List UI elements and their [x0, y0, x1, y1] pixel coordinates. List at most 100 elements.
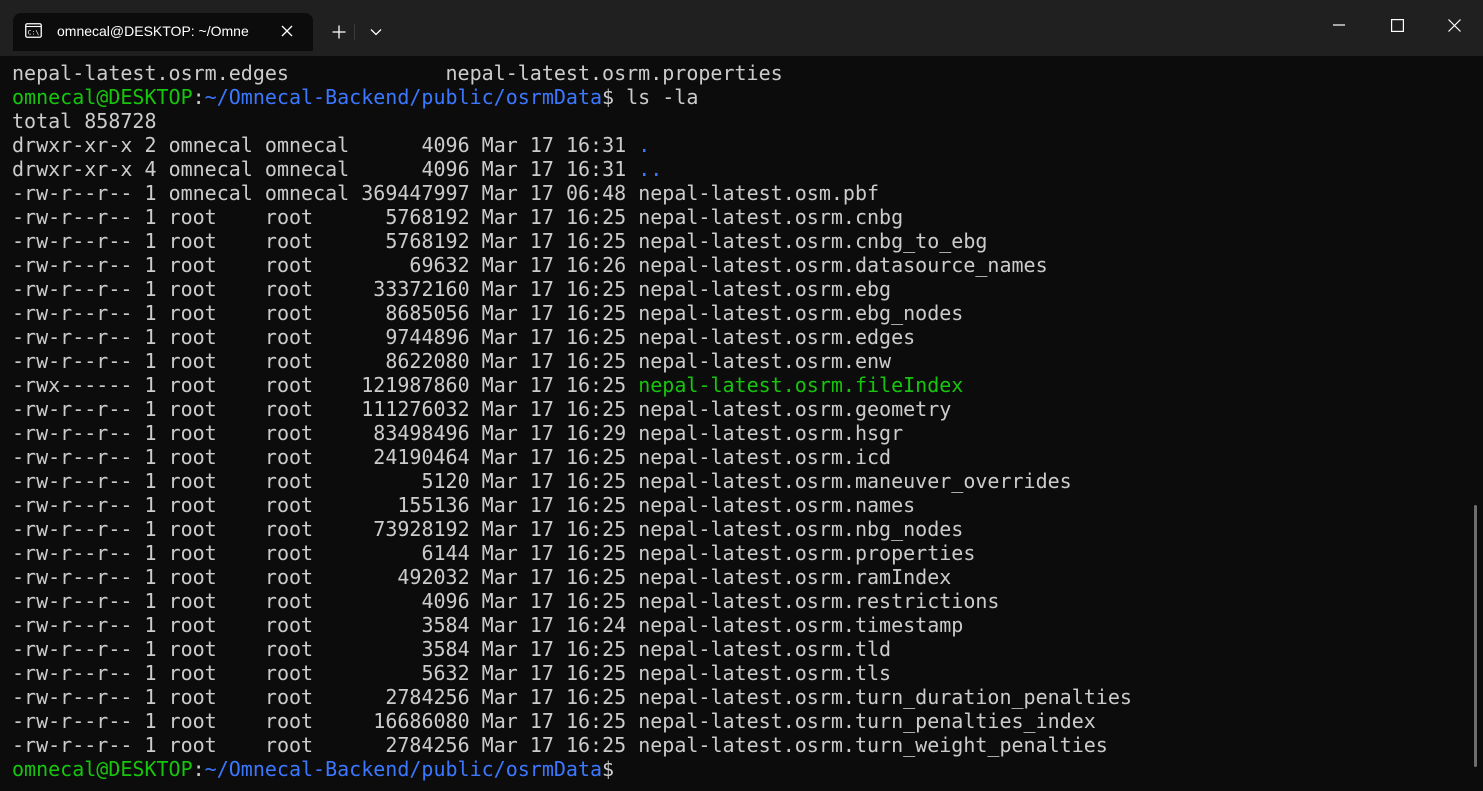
link-count: 1 — [144, 517, 157, 541]
link-count: 1 — [144, 349, 157, 373]
file-size: 5632 — [421, 661, 470, 685]
prompt-user: omnecal@DESKTOP — [12, 757, 193, 781]
terminal-window: C:\ omnecal@DESKTOP: ~/Omne nepal-latest… — [0, 0, 1483, 791]
scrollbar[interactable] — [1474, 505, 1477, 767]
owner: root — [168, 565, 217, 589]
file-size: 24190464 — [373, 445, 470, 469]
file-name: nepal-latest.osrm.restrictions — [638, 589, 1000, 613]
permissions: -rw-r--r-- — [12, 493, 133, 517]
modified-date: Mar 17 16:25 — [481, 709, 627, 733]
listing-row: -rw-r--r-- 1 root root 73928192 Mar 17 1… — [12, 517, 1462, 541]
link-count: 1 — [144, 589, 157, 613]
owner: root — [168, 517, 217, 541]
terminal-tab[interactable]: C:\ omnecal@DESKTOP: ~/Omne — [13, 13, 313, 51]
file-name: nepal-latest.osrm.names — [638, 493, 916, 517]
owner: omnecal — [168, 181, 253, 205]
group: root — [264, 421, 314, 445]
directory-name: . — [638, 133, 651, 157]
modified-date: Mar 17 16:25 — [481, 685, 627, 709]
listing-row: -rw-r--r-- 1 root root 5768192 Mar 17 16… — [12, 229, 1462, 253]
file-name: nepal-latest.osrm.geometry — [638, 397, 952, 421]
terminal-output[interactable]: nepal-latest.osrm.edges nepal-latest.osr… — [12, 61, 1462, 786]
file-name: nepal-latest.osrm.enw — [638, 349, 892, 373]
link-count: 1 — [144, 445, 157, 469]
group: root — [264, 205, 314, 229]
group: root — [264, 349, 314, 373]
permissions: -rw-r--r-- — [12, 421, 133, 445]
tab-separator — [354, 24, 355, 40]
group: root — [264, 325, 314, 349]
file-name: nepal-latest.osrm.edges — [12, 61, 289, 85]
file-name: nepal-latest.osm.pbf — [638, 181, 880, 205]
file-size: 3584 — [421, 613, 470, 637]
modified-date: Mar 17 16:25 — [481, 301, 627, 325]
modified-date: Mar 17 06:48 — [481, 181, 627, 205]
link-count: 1 — [144, 397, 157, 421]
link-count: 1 — [144, 661, 157, 685]
prompt-user: omnecal@DESKTOP — [12, 85, 193, 109]
file-size: 3584 — [421, 637, 470, 661]
listing-row: -rw-r--r-- 1 root root 2784256 Mar 17 16… — [12, 733, 1462, 757]
owner: root — [168, 685, 217, 709]
permissions: -rw-r--r-- — [12, 301, 133, 325]
file-size: 369447997 — [361, 181, 470, 205]
permissions: drwxr-xr-x — [12, 133, 133, 157]
link-count: 1 — [144, 637, 157, 661]
file-name: nepal-latest.osrm.maneuver_overrides — [638, 469, 1072, 493]
group: root — [264, 685, 314, 709]
chevron-down-icon[interactable] — [361, 17, 391, 47]
title-bar: C:\ omnecal@DESKTOP: ~/Omne — [0, 0, 1483, 56]
listing-row: -rw-r--r-- 1 root root 4096 Mar 17 16:25… — [12, 589, 1462, 613]
owner: root — [168, 397, 217, 421]
listing-row: -rw-r--r-- 1 root root 5632 Mar 17 16:25… — [12, 661, 1462, 685]
file-size: 4096 — [421, 157, 470, 181]
link-count: 1 — [144, 685, 157, 709]
modified-date: Mar 17 16:25 — [481, 229, 627, 253]
file-size: 4096 — [421, 589, 470, 613]
group: root — [264, 589, 314, 613]
permissions: -rwx------ — [12, 373, 133, 397]
file-size: 73928192 — [373, 517, 470, 541]
modified-date: Mar 17 16:25 — [481, 445, 627, 469]
owner: root — [168, 733, 217, 757]
file-name: nepal-latest.osrm.properties — [638, 541, 976, 565]
permissions: -rw-r--r-- — [12, 181, 133, 205]
file-size: 111276032 — [361, 397, 470, 421]
listing-row: -rw-r--r-- 1 root root 83498496 Mar 17 1… — [12, 421, 1462, 445]
owner: root — [168, 613, 217, 637]
file-name: nepal-latest.osrm.icd — [638, 445, 892, 469]
owner: root — [168, 349, 217, 373]
permissions: -rw-r--r-- — [12, 637, 133, 661]
file-size: 5768192 — [385, 205, 470, 229]
modified-date: Mar 17 16:24 — [481, 613, 627, 637]
plus-icon[interactable] — [324, 17, 354, 47]
file-name: nepal-latest.osrm.ebg_nodes — [638, 301, 964, 325]
modified-date: Mar 17 16:25 — [481, 349, 627, 373]
link-count: 1 — [144, 613, 157, 637]
listing-row: -rw-r--r-- 1 root root 16686080 Mar 17 1… — [12, 709, 1462, 733]
owner: root — [168, 229, 217, 253]
modified-date: Mar 17 16:25 — [481, 661, 627, 685]
listing-row: -rw-r--r-- 1 root root 5120 Mar 17 16:25… — [12, 469, 1462, 493]
close-icon[interactable] — [1425, 0, 1483, 50]
file-size: 69632 — [409, 253, 470, 277]
maximize-icon[interactable] — [1368, 0, 1426, 50]
modified-date: Mar 17 16:25 — [481, 397, 627, 421]
modified-date: Mar 17 16:31 — [481, 157, 627, 181]
file-name: nepal-latest.osrm.ramIndex — [638, 565, 952, 589]
modified-date: Mar 17 16:25 — [481, 733, 627, 757]
file-name: nepal-latest.osrm.turn_penalties_index — [638, 709, 1096, 733]
prompt-line: omnecal@DESKTOP:~/Omnecal-Backend/public… — [12, 85, 1462, 109]
link-count: 1 — [144, 733, 157, 757]
owner: root — [168, 421, 217, 445]
file-name: nepal-latest.osrm.cnbg — [638, 205, 904, 229]
listing-row: -rw-r--r-- 1 root root 155136 Mar 17 16:… — [12, 493, 1462, 517]
file-name: nepal-latest.osrm.cnbg_to_ebg — [638, 229, 988, 253]
link-count: 2 — [144, 133, 157, 157]
close-icon[interactable] — [275, 19, 299, 43]
minimize-icon[interactable] — [1310, 0, 1368, 50]
listing-row: -rw-r--r-- 1 root root 3584 Mar 17 16:24… — [12, 613, 1462, 637]
modified-date: Mar 17 16:25 — [481, 205, 627, 229]
listing-row: -rw-r--r-- 1 root root 3584 Mar 17 16:25… — [12, 637, 1462, 661]
link-count: 1 — [144, 493, 157, 517]
